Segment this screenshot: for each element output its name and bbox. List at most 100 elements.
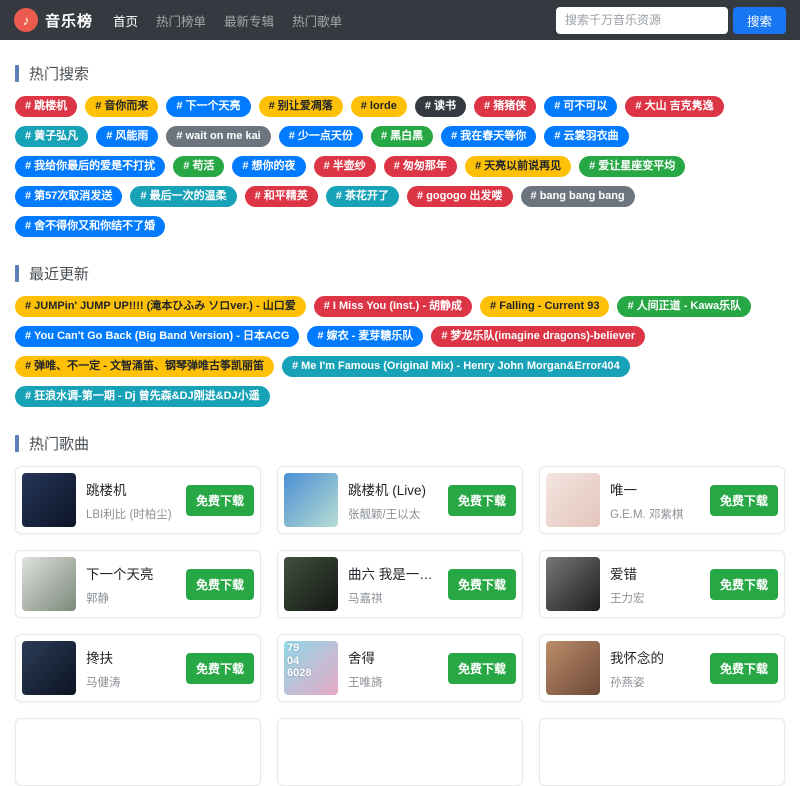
song-meta: 舍得王唯旖	[348, 647, 442, 690]
download-button[interactable]: 免费下载	[186, 569, 254, 600]
brand[interactable]: ♪ 音乐榜	[14, 8, 93, 32]
recent-update-tag[interactable]: # Falling - Current 93	[480, 296, 609, 317]
nav-item-new-albums[interactable]: 最新专辑	[224, 11, 274, 30]
song-card[interactable]: 爱错王力宏免费下载	[539, 550, 785, 618]
song-title: 唯一	[610, 479, 704, 499]
download-button[interactable]: 免费下载	[710, 653, 778, 684]
nav-item-hot-playlists[interactable]: 热门歌单	[292, 11, 342, 30]
hot-songs-section-title: 热门歌曲	[15, 433, 785, 454]
recent-update-tag[interactable]: # Me I'm Famous (Original Mix) - Henry J…	[282, 356, 630, 377]
search-input[interactable]	[556, 7, 728, 34]
song-title: 爱错	[610, 563, 704, 583]
navbar: ♪ 音乐榜 首页热门榜单最新专辑热门歌单 搜索	[0, 0, 800, 40]
hot-search-tags: # 跳楼机 # 音你而来 # 下一个天亮 # 别让爱凋落 # lorde # 读书 # 猪猪…	[15, 96, 785, 246]
hot-search-tag[interactable]: # 风能雨	[96, 126, 158, 147]
recent-update-tag[interactable]: # 梦龙乐队(imagine dragons)-believer	[431, 326, 645, 347]
hot-search-tag[interactable]: # 茶花开了	[326, 186, 399, 207]
hot-search-tag[interactable]: # 跳楼机	[15, 96, 77, 117]
recent-update-tags: # JUMPin' JUMP UP!!!! (滝本ひふみ ソロver.) - 山…	[15, 296, 785, 416]
song-meta: 我怀念的孙燕姿	[610, 647, 704, 690]
song-card[interactable]: 跳楼机LBI利比 (时柏尘)免费下载	[15, 466, 261, 534]
album-art	[284, 557, 338, 611]
recent-update-tag[interactable]: # I Miss You (Inst.) - 胡静成	[314, 296, 472, 317]
song-title: 曲六 我是一个多余...	[348, 563, 442, 583]
hot-search-tag[interactable]: # 大山 吉克隽逸	[625, 96, 723, 117]
song-card-partial[interactable]	[277, 718, 523, 786]
hot-search-tag[interactable]: # 猪猪侠	[474, 96, 536, 117]
music-note-icon: ♪	[14, 8, 38, 32]
hot-search-tag[interactable]: # 我给你最后的爱是不打扰	[15, 156, 165, 177]
recent-update-tag[interactable]: # JUMPin' JUMP UP!!!! (滝本ひふみ ソロver.) - 山…	[15, 296, 306, 317]
album-art-text: 79 04 6028	[287, 642, 311, 680]
song-cards: 跳楼机LBI利比 (时柏尘)免费下载跳楼机 (Live)张靓颖/王以太免费下载唯…	[15, 466, 785, 786]
nav-item-hot-charts[interactable]: 热门榜单	[156, 11, 206, 30]
song-card[interactable]: 79 04 6028 舍得王唯旖免费下载	[277, 634, 523, 702]
song-card[interactable]: 唯一G.E.M. 邓紫棋免费下载	[539, 466, 785, 534]
song-meta: 下一个天亮郭静	[86, 563, 180, 606]
hot-search-tag[interactable]: # bang bang bang	[521, 186, 635, 207]
hot-search-tag[interactable]: # 最后一次的温柔	[130, 186, 236, 207]
hot-search-tag[interactable]: # 读书	[415, 96, 466, 117]
song-artist: 郭静	[86, 590, 180, 606]
hot-search-tag[interactable]: # 和平精英	[245, 186, 318, 207]
hot-search-tag[interactable]: # 可不可以	[544, 96, 617, 117]
search-button[interactable]: 搜索	[733, 7, 786, 34]
hot-search-tag[interactable]: # 少一点天份	[279, 126, 363, 147]
hot-search-tag[interactable]: # 音你而来	[85, 96, 158, 117]
song-title: 搀扶	[86, 647, 180, 667]
album-art	[22, 473, 76, 527]
download-button[interactable]: 免费下载	[448, 485, 516, 516]
hot-search-tag[interactable]: # 苟活	[173, 156, 224, 177]
hot-search-tag[interactable]: # 黑白黑	[371, 126, 433, 147]
hot-search-tag[interactable]: # 第57次取消发送	[15, 186, 122, 207]
song-meta: 唯一G.E.M. 邓紫棋	[610, 479, 704, 522]
recent-update-tag[interactable]: # You Can't Go Back (Big Band Version) -…	[15, 326, 299, 347]
section-title-bar	[15, 265, 19, 282]
song-card-partial[interactable]	[539, 718, 785, 786]
hot-search-tag[interactable]: # gogogo 出发喽	[407, 186, 513, 207]
download-button[interactable]: 免费下载	[186, 485, 254, 516]
hot-search-tag[interactable]: # 半壶纱	[314, 156, 376, 177]
song-card[interactable]: 曲六 我是一个多余...马嘉祺免费下载	[277, 550, 523, 618]
section-title-bar	[15, 65, 19, 82]
download-button[interactable]: 免费下载	[448, 653, 516, 684]
recent-update-tag[interactable]: # 人间正道 - Kawa乐队	[617, 296, 751, 317]
hot-search-tag[interactable]: # 黄子弘凡	[15, 126, 88, 147]
nav-links: 首页热门榜单最新专辑热门歌单	[113, 11, 342, 30]
song-card[interactable]: 跳楼机 (Live)张靓颖/王以太免费下载	[277, 466, 523, 534]
section-title-bar	[15, 435, 19, 452]
hot-search-tag[interactable]: # 想你的夜	[232, 156, 305, 177]
hot-search-tag[interactable]: # 下一个天亮	[166, 96, 250, 117]
album-art	[546, 641, 600, 695]
song-title: 跳楼机	[86, 479, 180, 499]
section-title-text: 最近更新	[29, 263, 89, 284]
hot-search-tag[interactable]: # 匆匆那年	[384, 156, 457, 177]
album-art	[546, 557, 600, 611]
section-title-text: 热门歌曲	[29, 433, 89, 454]
song-meta: 搀扶马健涛	[86, 647, 180, 690]
download-button[interactable]: 免费下载	[186, 653, 254, 684]
hot-search-tag[interactable]: # 舍不得你又和你结不了婚	[15, 216, 165, 237]
album-art: 79 04 6028	[284, 641, 338, 695]
album-art	[284, 473, 338, 527]
recent-update-tag[interactable]: # 狂浪水调-第一期 - Dj 曾先森&DJ刚进&DJ小遥	[15, 386, 270, 407]
hot-search-tag[interactable]: # 云裳羽衣曲	[544, 126, 628, 147]
song-card[interactable]: 下一个天亮郭静免费下载	[15, 550, 261, 618]
recent-update-tag[interactable]: # 弹唯、不一定 - 文智涌笛、钢琴弹唯古筝凯丽笛	[15, 356, 274, 377]
download-button[interactable]: 免费下载	[448, 569, 516, 600]
song-card-partial[interactable]	[15, 718, 261, 786]
hot-search-tag[interactable]: # lorde	[351, 96, 407, 117]
album-art	[22, 641, 76, 695]
recent-update-tag[interactable]: # 嫁衣 - 麦芽糖乐队	[307, 326, 423, 347]
hot-search-tag[interactable]: # 天亮以前说再见	[465, 156, 571, 177]
download-button[interactable]: 免费下载	[710, 569, 778, 600]
nav-item-home[interactable]: 首页	[113, 11, 138, 30]
song-card[interactable]: 我怀念的孙燕姿免费下载	[539, 634, 785, 702]
hot-search-tag[interactable]: # 我在春天等你	[441, 126, 536, 147]
hot-search-tag[interactable]: # wait on me kai	[166, 126, 270, 147]
song-card[interactable]: 搀扶马健涛免费下载	[15, 634, 261, 702]
download-button[interactable]: 免费下载	[710, 485, 778, 516]
hot-search-tag[interactable]: # 别让爱凋落	[259, 96, 343, 117]
song-title: 我怀念的	[610, 647, 704, 667]
hot-search-tag[interactable]: # 爱让星座变平均	[579, 156, 685, 177]
